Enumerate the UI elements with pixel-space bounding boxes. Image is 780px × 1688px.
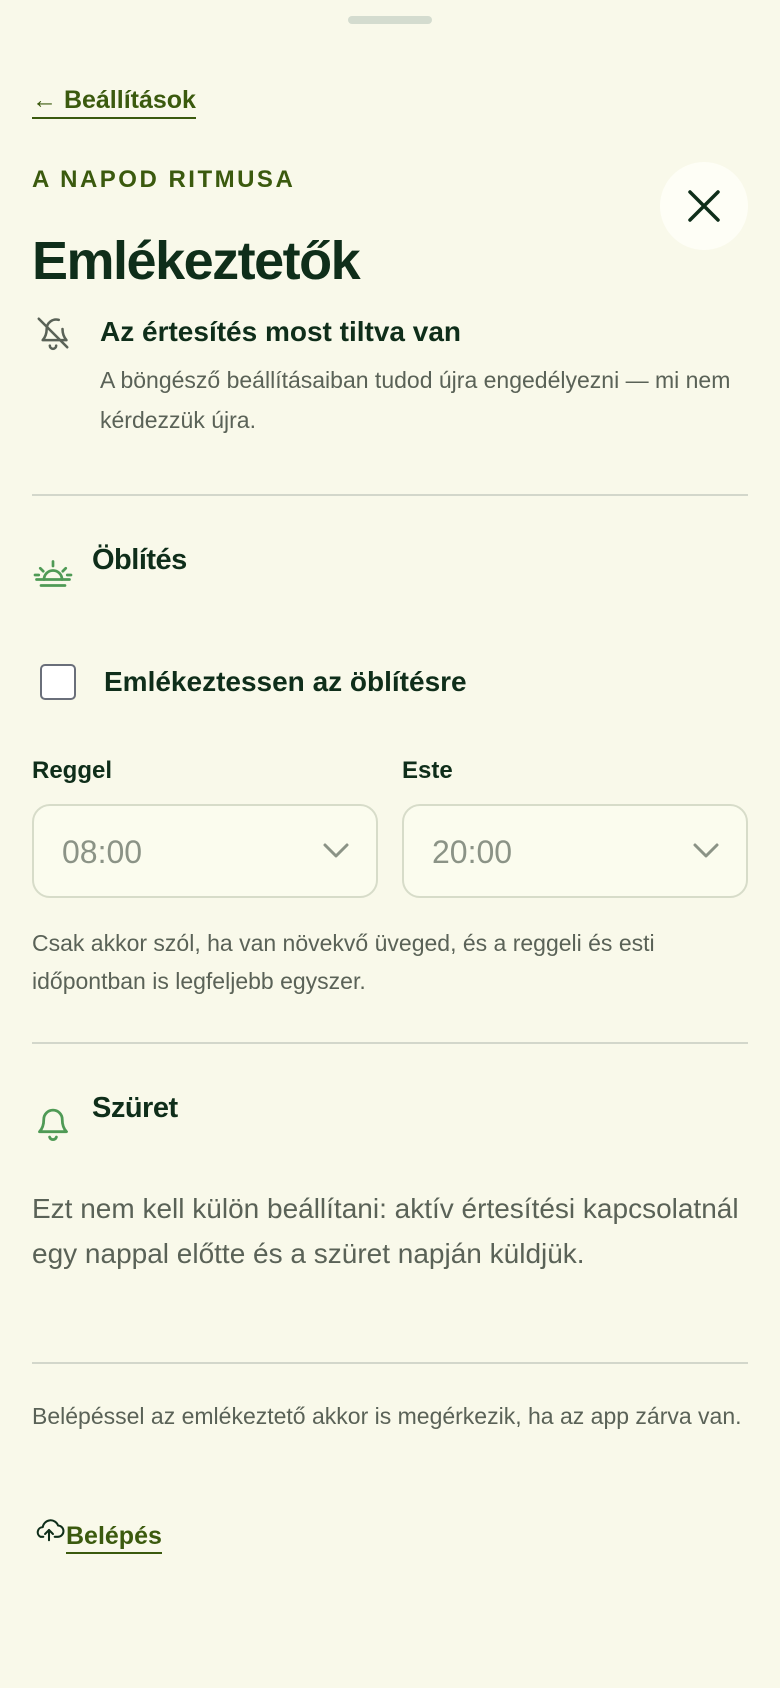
cloud-upload-icon[interactable]	[32, 1516, 66, 1544]
harvest-description: Ezt nem kell külön beállítani: aktív ért…	[32, 1193, 739, 1269]
evening-time-value: 20:00	[432, 834, 513, 870]
bell-icon	[38, 1108, 68, 1141]
sunrise-icon	[33, 560, 73, 587]
login-link[interactable]: Belépés	[66, 1522, 162, 1554]
evening-label: Este	[402, 757, 453, 784]
close-icon	[688, 190, 720, 222]
morning-time-value: 08:00	[62, 834, 143, 870]
morning-label: Reggel	[32, 757, 113, 784]
rinse-reminder-checkbox[interactable]	[40, 664, 76, 700]
bell-off-icon	[37, 317, 69, 351]
morning-time-select[interactable]: 08:00	[32, 804, 378, 898]
page-title: Emlékeztetők	[32, 231, 361, 291]
divider	[32, 494, 748, 496]
rinse-section-title: Öblítés	[92, 544, 187, 576]
divider	[32, 1362, 748, 1364]
reminders-sheet: ← Beállítások A NAPOD RITMUSA Emlékeztet…	[0, 0, 780, 1688]
chevron-down-icon	[323, 843, 349, 858]
section-eyebrow: A NAPOD RITMUSA	[32, 166, 296, 193]
divider	[32, 1042, 748, 1044]
rinse-hint: Csak akkor szól, ha van növekvő üveged, …	[32, 930, 655, 994]
close-button[interactable]	[660, 162, 748, 250]
rinse-reminder-toggle[interactable]: Emlékeztessen az öblítésre	[40, 664, 467, 700]
notice-title: Az értesítés most tiltva van	[100, 316, 462, 347]
drag-handle[interactable]	[348, 16, 432, 24]
harvest-section-title: Szüret	[92, 1092, 178, 1124]
back-to-settings-link[interactable]: ← Beállítások	[32, 86, 196, 119]
evening-time-select[interactable]: 20:00	[402, 804, 748, 898]
rinse-reminder-label: Emlékeztessen az öblítésre	[104, 666, 467, 697]
login-info-text: Belépéssel az emlékeztető akkor is megér…	[32, 1403, 742, 1429]
chevron-down-icon	[693, 843, 719, 858]
notice-description: A böngésző beállításaiban tudod újra eng…	[100, 367, 731, 433]
